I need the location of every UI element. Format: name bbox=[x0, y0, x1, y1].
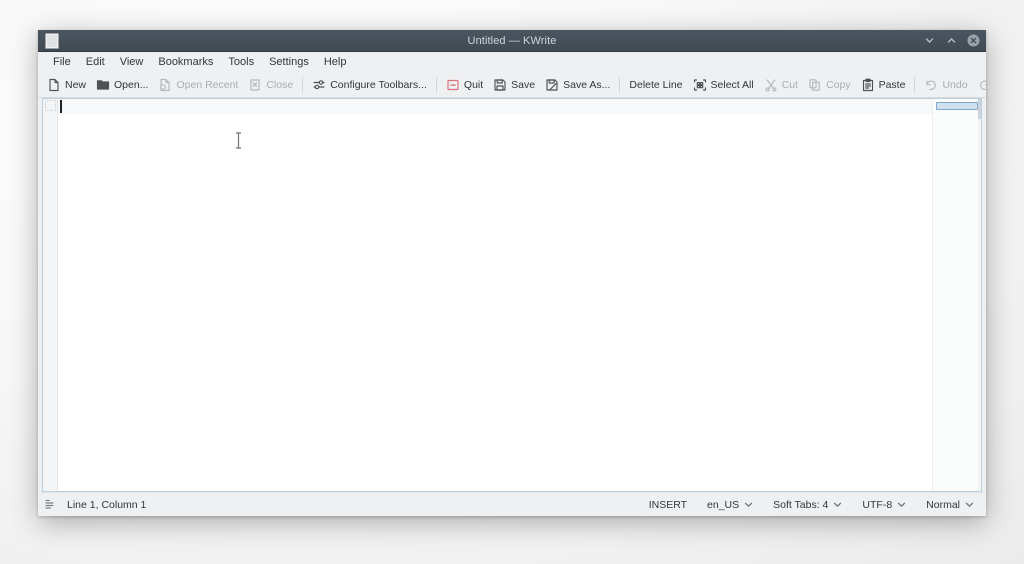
toolbar-label-open: Open... bbox=[114, 78, 149, 91]
status-right-group: INSERT en_US Soft Tabs: 4 UTF-8 Normal bbox=[647, 498, 976, 512]
toolbar-label-save: Save bbox=[511, 78, 536, 91]
highlight-mode-label: Normal bbox=[926, 498, 960, 511]
i-beam-cursor bbox=[234, 132, 243, 149]
toolbar-button-new[interactable]: New bbox=[42, 76, 91, 94]
toolbar-button-close: Close bbox=[243, 76, 298, 94]
tab-settings-label: Soft Tabs: 4 bbox=[773, 498, 829, 511]
toolbar-label-paste: Paste bbox=[878, 78, 906, 91]
menu-item-bookmarks[interactable]: Bookmarks bbox=[151, 54, 220, 70]
toolbar-button-open[interactable]: Open... bbox=[91, 76, 153, 94]
chevron-down-icon bbox=[965, 502, 974, 507]
toolbar-label-quit: Quit bbox=[463, 78, 484, 91]
redo-arrow-icon bbox=[978, 78, 986, 92]
toolbar-label-new: New bbox=[65, 78, 87, 91]
toolbar-separator bbox=[619, 76, 621, 93]
toolbar-separator bbox=[914, 76, 916, 93]
clipboard-paste-icon bbox=[861, 78, 875, 92]
language-selector[interactable]: en_US bbox=[705, 498, 755, 512]
cursor-position: Line 1, Column 1 bbox=[67, 498, 147, 511]
current-line-highlight bbox=[58, 99, 981, 114]
floppy-save-as-icon bbox=[545, 78, 559, 92]
language-label: en_US bbox=[707, 498, 740, 511]
toolbar-button-redo: Redo bbox=[973, 76, 986, 94]
toolbar-button-save-as[interactable]: Save As... bbox=[540, 76, 615, 94]
toolbar-button-open-recent: Open Recent bbox=[153, 76, 243, 94]
open-recent-icon bbox=[158, 78, 172, 92]
dictionary-icon[interactable] bbox=[44, 498, 57, 511]
menu-item-view[interactable]: View bbox=[113, 54, 151, 70]
window-title: Untitled — KWrite bbox=[467, 34, 557, 47]
toolbar-label-save-as: Save As... bbox=[563, 78, 611, 91]
new-document-icon bbox=[47, 78, 61, 92]
text-editor[interactable] bbox=[42, 98, 982, 492]
quit-icon bbox=[446, 78, 460, 92]
menu-bar: File Edit View Bookmarks Tools Settings … bbox=[38, 52, 986, 72]
close-document-icon bbox=[248, 78, 262, 92]
close-button[interactable] bbox=[967, 34, 980, 47]
scissors-icon bbox=[764, 78, 778, 92]
maximize-button[interactable] bbox=[945, 34, 958, 47]
window-controls bbox=[923, 30, 980, 51]
toolbar-separator bbox=[302, 76, 304, 93]
copy-icon bbox=[808, 78, 822, 92]
toolbar-separator bbox=[435, 76, 437, 93]
sliders-icon bbox=[312, 78, 326, 92]
chevron-down-icon bbox=[834, 502, 842, 507]
toolbar-label-open-recent: Open Recent bbox=[176, 78, 239, 91]
toolbar-label-cut: Cut bbox=[781, 78, 799, 91]
toolbar-button-cut: Cut bbox=[759, 76, 803, 94]
toolbar-button-configure-toolbars[interactable]: Configure Toolbars... bbox=[307, 76, 432, 94]
menu-item-edit[interactable]: Edit bbox=[79, 54, 112, 70]
encoding-selector[interactable]: UTF-8 bbox=[860, 498, 908, 512]
toolbar-button-paste[interactable]: Paste bbox=[856, 76, 911, 94]
menu-item-settings[interactable]: Settings bbox=[262, 54, 316, 70]
scrollbar-thumb[interactable] bbox=[978, 99, 981, 119]
toolbar-button-save[interactable]: Save bbox=[488, 76, 540, 94]
minimap-viewport-indicator[interactable] bbox=[936, 102, 978, 110]
toolbar-button-delete-line[interactable]: Delete Line bbox=[624, 77, 687, 93]
floppy-save-icon bbox=[493, 78, 507, 92]
encoding-label: UTF-8 bbox=[862, 498, 893, 511]
chevron-down-icon bbox=[744, 502, 753, 507]
select-all-icon bbox=[693, 78, 707, 92]
toolbar-button-quit[interactable]: Quit bbox=[441, 76, 488, 94]
highlight-mode-selector[interactable]: Normal bbox=[924, 498, 976, 512]
toolbar-button-undo: Undo bbox=[919, 76, 972, 94]
chevron-down-icon bbox=[898, 502, 906, 507]
toolbar-button-copy: Copy bbox=[803, 76, 856, 94]
editor-text-area[interactable] bbox=[58, 99, 981, 491]
status-bar: Line 1, Column 1 INSERT en_US Soft Tabs:… bbox=[38, 492, 986, 516]
editor-gutter[interactable] bbox=[43, 99, 58, 491]
insert-mode-label: INSERT bbox=[648, 498, 688, 511]
tab-settings-selector[interactable]: Soft Tabs: 4 bbox=[771, 498, 844, 512]
undo-arrow-icon bbox=[924, 78, 938, 92]
toolbar-label-select-all: Select All bbox=[710, 78, 754, 91]
document-icon bbox=[45, 32, 59, 49]
toolbar-label-configure-toolbars: Configure Toolbars... bbox=[330, 78, 427, 91]
editor-container bbox=[38, 98, 986, 492]
folding-marker-icon bbox=[45, 100, 56, 111]
toolbar-label-copy: Copy bbox=[826, 78, 851, 91]
menu-item-tools[interactable]: Tools bbox=[221, 54, 261, 70]
text-caret bbox=[60, 100, 62, 113]
vertical-scrollbar[interactable] bbox=[978, 99, 981, 491]
menu-item-help[interactable]: Help bbox=[317, 54, 354, 70]
folder-open-icon bbox=[96, 78, 110, 92]
toolbar-label-delete-line: Delete Line bbox=[629, 78, 683, 91]
insert-mode-indicator[interactable]: INSERT bbox=[647, 498, 689, 512]
main-toolbar: New Open... Open Recent Close Configure … bbox=[38, 72, 986, 98]
minimize-button[interactable] bbox=[923, 34, 936, 47]
toolbar-label-undo: Undo bbox=[942, 78, 968, 91]
editor-minimap[interactable] bbox=[932, 99, 981, 491]
toolbar-label-close: Close bbox=[266, 78, 294, 91]
kwrite-window: Untitled — KWrite File Edit View Bookmar… bbox=[38, 30, 986, 516]
title-bar[interactable]: Untitled — KWrite bbox=[38, 30, 986, 52]
toolbar-button-select-all[interactable]: Select All bbox=[688, 76, 759, 94]
menu-item-file[interactable]: File bbox=[46, 54, 78, 70]
status-left-group: Line 1, Column 1 bbox=[44, 498, 146, 511]
